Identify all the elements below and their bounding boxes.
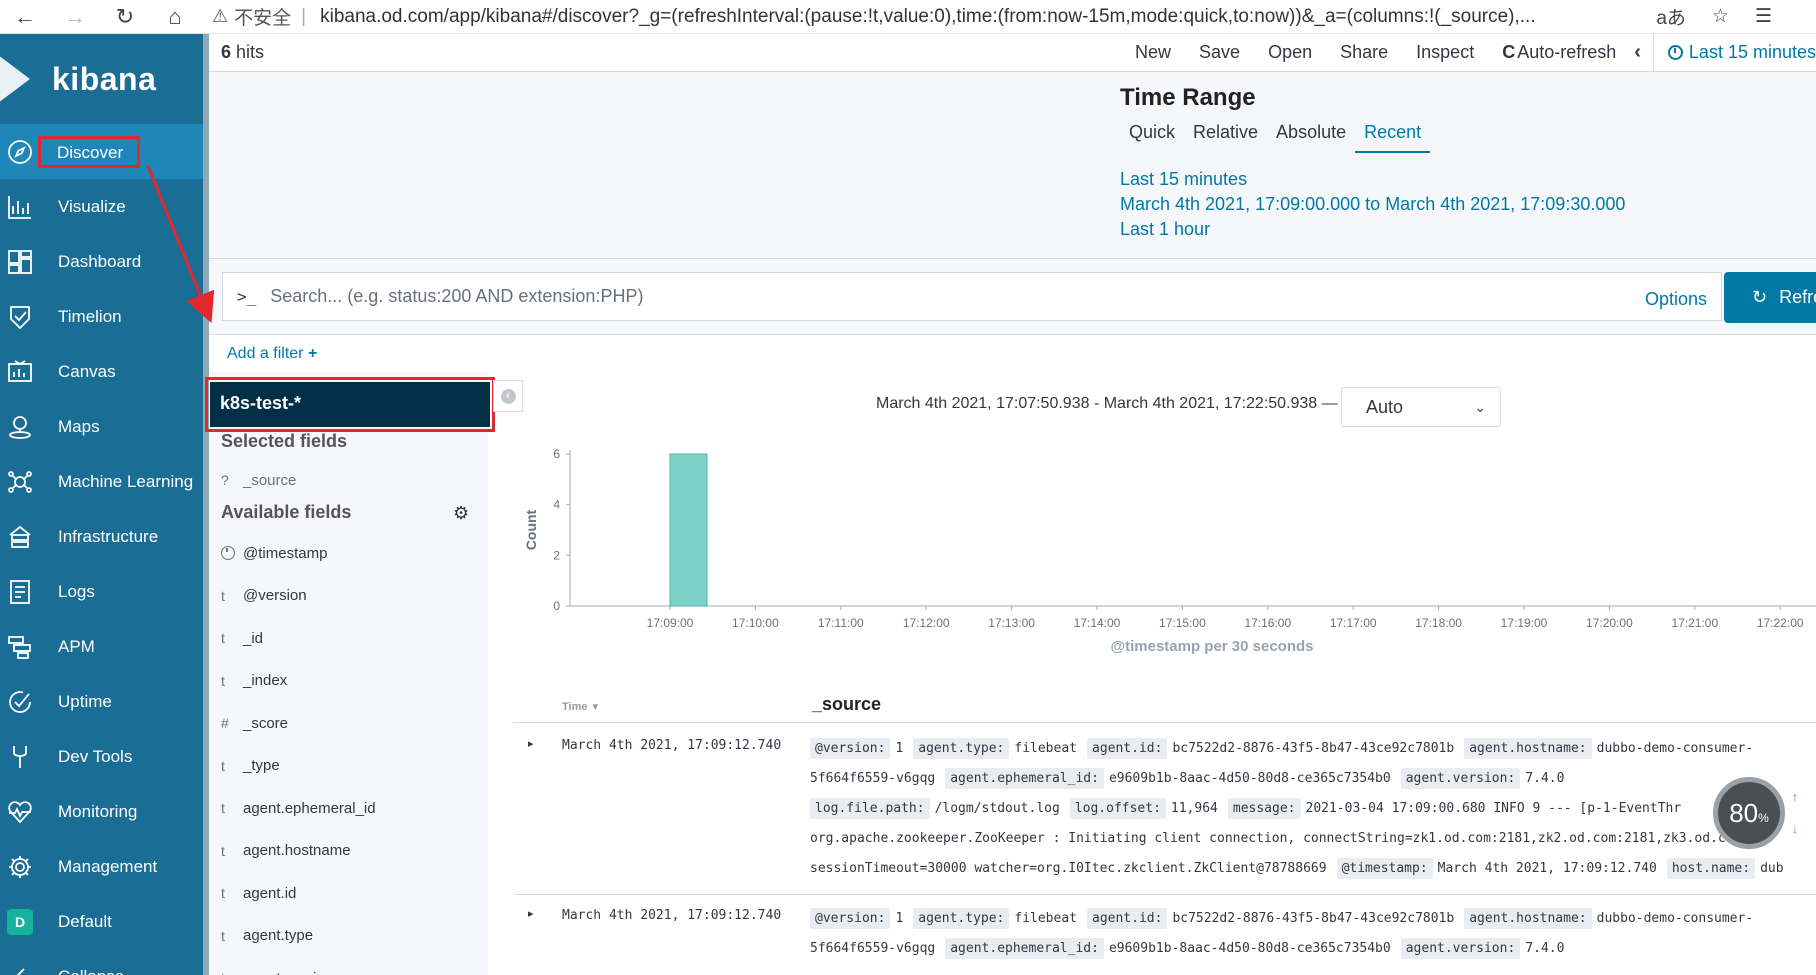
source-value: sessionTimeout=30000 watcher=org.I0Itec.… [810, 860, 1327, 876]
source-value: /logm/stdout.log [934, 800, 1060, 816]
source-value: 1 [895, 910, 904, 926]
x-tick-label: 17:19:00 [1501, 616, 1548, 630]
x-tick-label: 17:13:00 [988, 616, 1035, 630]
source-value: 5f664f6559-v6gqg [810, 940, 936, 956]
source-value: bc7522d2-8876-43f5-8b47-43ce92c7801b [1172, 910, 1455, 926]
source-line: @version: 1 agent.type: filebeat agent.id: bc… [810, 735, 1763, 761]
speed-unit: % [1758, 811, 1769, 825]
source-value: dub [1760, 860, 1784, 876]
source-value: March 4th 2021, 17:09:12.740 [1437, 860, 1657, 876]
source-key: agent.id: [1087, 737, 1168, 759]
x-tick-label: 17:18:00 [1415, 616, 1462, 630]
source-line: 5f664f6559-v6gqg agent.ephemeral_id: e9609… [810, 765, 1574, 791]
row-time: March 4th 2021, 17:09:12.740 [562, 738, 782, 753]
source-key: agent.ephemeral_id: [945, 937, 1104, 959]
histogram-bar [669, 453, 708, 607]
row-time: March 4th 2021, 17:09:12.740 [562, 908, 782, 923]
source-value: dubbo-demo-consumer- [1596, 910, 1754, 926]
x-tick-label: 17:20:00 [1586, 616, 1633, 630]
source-value: org.apache.zookeeper.ZooKeeper : Initiat… [810, 830, 1773, 846]
arrow-up-icon: ↑ [1792, 790, 1798, 804]
x-tick-label: 17:22:00 [1757, 616, 1804, 630]
source-line: org.apache.zookeeper.ZooKeeper : Initiat… [810, 825, 1783, 851]
source-key: log.file.path: [810, 797, 930, 819]
column-header-label: Time [562, 701, 588, 713]
x-tick-label: 17:11:00 [818, 616, 864, 630]
source-key: agent.id: [1087, 907, 1168, 929]
x-axis-label: @timestamp per 30 seconds [1110, 638, 1313, 655]
source-key: @version: [810, 907, 891, 929]
source-key: log.offset: [1069, 797, 1166, 819]
x-tick-label: 17:16:00 [1244, 616, 1291, 630]
source-value: filebeat [1014, 740, 1077, 756]
source-key: host.name: [1666, 857, 1756, 879]
speed-arrows: ↑ ↓ [1784, 790, 1806, 836]
y-tick-label: 4 [553, 498, 560, 512]
x-tick-label: 17:09:00 [647, 616, 694, 630]
y-tick-label: 6 [553, 447, 560, 461]
row-divider [514, 894, 1816, 895]
source-value: filebeat [1014, 910, 1077, 926]
speed-value: 80 [1729, 797, 1759, 828]
column-header-source: _source [812, 694, 882, 714]
y-tick-label: 2 [553, 548, 560, 562]
source-value: 7.4.0 [1525, 770, 1565, 786]
source-value: bc7522d2-8876-43f5-8b47-43ce92c7801b [1172, 740, 1455, 756]
speed-widget[interactable]: 80% [1713, 777, 1785, 849]
source-key: message: [1227, 797, 1301, 819]
sort-caret-icon[interactable]: ▾ [593, 701, 599, 713]
source-line: sessionTimeout=30000 watcher=org.I0Itec.… [810, 855, 1794, 881]
y-tick-label: 0 [553, 599, 560, 613]
x-tick-label: 17:15:00 [1159, 616, 1206, 630]
x-tick-label: 17:17:00 [1330, 616, 1377, 630]
source-line: log.file.path:/logm/stdout.log log.offset… [810, 795, 1691, 821]
source-value: 2021-03-04 17:09:00.680 INFO 9 --- [p-1-… [1305, 800, 1682, 816]
x-tick-label: 17:12:00 [903, 616, 950, 630]
x-tick-label: 17:10:00 [732, 616, 779, 630]
source-value: e9609b1b-8aac-4d50-80d8-ce365c7354b0 [1108, 770, 1391, 786]
y-axis-label: Count [523, 509, 539, 550]
x-tick-label: 17:14:00 [1074, 616, 1121, 630]
source-value: 1 [895, 740, 904, 756]
source-key: agent.hostname: [1464, 907, 1592, 929]
source-key: agent.version: [1400, 937, 1521, 959]
source-key: agent.ephemeral_id: [945, 767, 1104, 789]
source-line: 5f664f6559-v6gqg agent.ephemeral_id: e9609… [810, 935, 1574, 961]
source-value: e9609b1b-8aac-4d50-80d8-ce365c7354b0 [1108, 940, 1391, 956]
source-value: 11,964 [1170, 800, 1218, 816]
source-key: agent.type: [913, 737, 1010, 759]
source-key: agent.type: [913, 907, 1010, 929]
arrow-down-icon: ↓ [1792, 822, 1798, 836]
table-header-divider [514, 722, 1816, 723]
x-tick-label: 17:21:00 [1671, 616, 1718, 630]
source-key: @timestamp: [1336, 857, 1433, 879]
source-key: @version: [810, 737, 891, 759]
source-key: agent.version: [1400, 767, 1521, 789]
expand-row-icon[interactable]: ▸ [528, 907, 534, 920]
source-value: 7.4.0 [1525, 940, 1565, 956]
column-header-time[interactable]: Time ▾ [562, 694, 598, 715]
source-key: agent.hostname: [1464, 737, 1592, 759]
source-line: @version: 1 agent.type: filebeat agent.id: bc… [810, 905, 1763, 931]
source-value: 5f664f6559-v6gqg [810, 770, 936, 786]
source-value: dubbo-demo-consumer- [1596, 740, 1754, 756]
expand-row-icon[interactable]: ▸ [528, 737, 534, 750]
